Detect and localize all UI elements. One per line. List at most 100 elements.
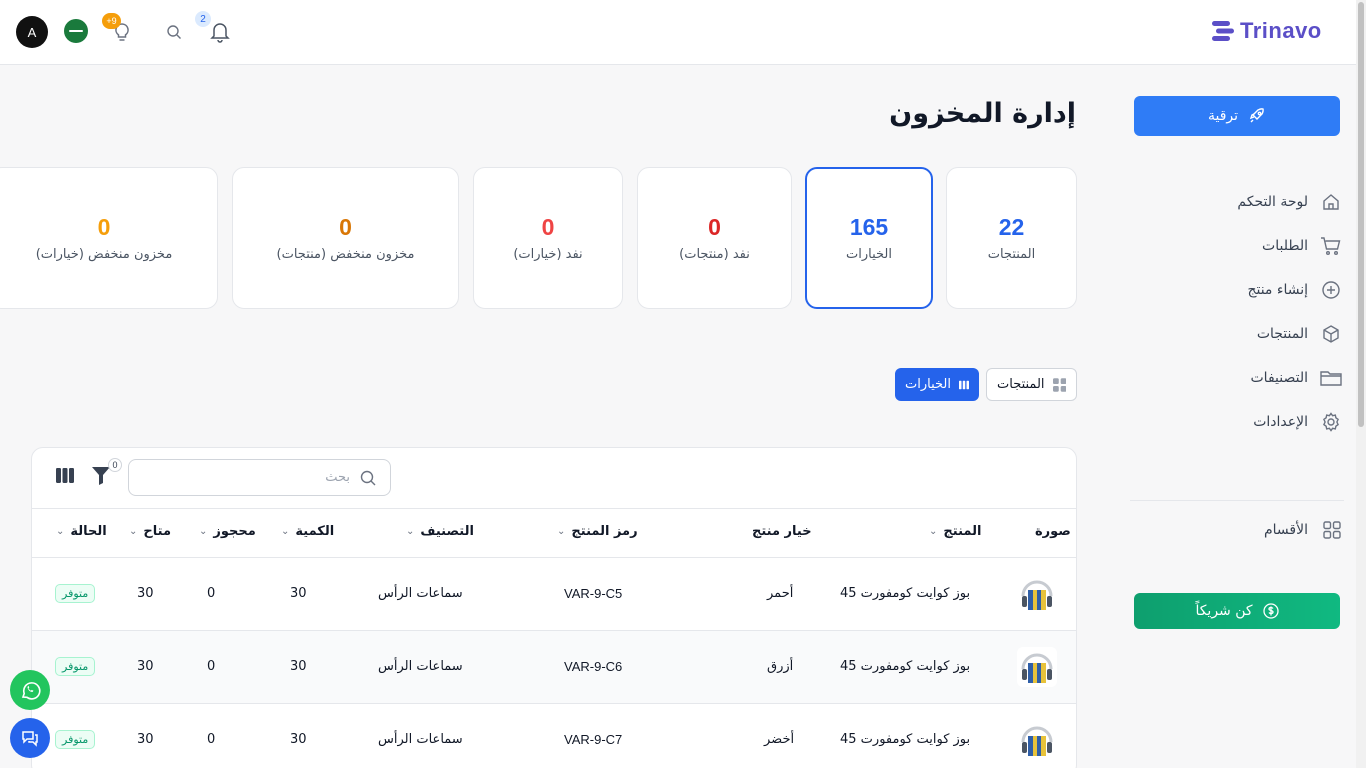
upgrade-button[interactable]: ترقية bbox=[1134, 96, 1340, 136]
chat-button[interactable] bbox=[10, 718, 50, 758]
sidebar-item-dashboard[interactable]: لوحة التحكم bbox=[1142, 180, 1342, 224]
sidebar-item-label: المنتجات bbox=[1256, 326, 1308, 342]
chat-bubble-icon bbox=[22, 731, 38, 747]
header-sku[interactable]: ⌄ رمز المنتج bbox=[557, 524, 638, 539]
user-avatar[interactable]: A bbox=[16, 16, 48, 48]
cell-available: 30 bbox=[137, 659, 154, 674]
sidebar-item-label: التصنيفات bbox=[1250, 370, 1309, 386]
sidebar-nav: لوحة التحكم الطلبات إنشاء منتج المنتجات … bbox=[1142, 180, 1342, 444]
sidebar-item-label: الإعدادات bbox=[1253, 414, 1308, 430]
whatsapp-button[interactable] bbox=[10, 670, 50, 710]
header-reserved[interactable]: ⌄ محجوز bbox=[199, 524, 256, 539]
stat-card-low-stock-variants[interactable]: 0 مخزون منخفض (خيارات) bbox=[0, 167, 218, 309]
stat-card-out-of-stock-variants[interactable]: 0 نفد (خيارات) bbox=[473, 167, 623, 309]
stat-card-out-of-stock-products[interactable]: 0 نفد (منتجات) bbox=[637, 167, 792, 309]
header-quantity[interactable]: ⌄ الكمية bbox=[281, 524, 334, 539]
app-logo[interactable]: Trinavo bbox=[1210, 18, 1322, 44]
stat-value: 0 bbox=[708, 214, 721, 240]
view-products-button[interactable]: المنتجات bbox=[986, 368, 1077, 401]
cell-reserved: 0 bbox=[207, 659, 216, 674]
stat-card-variants[interactable]: 165 الخيارات bbox=[805, 167, 933, 309]
sidebar-item-categories[interactable]: التصنيفات bbox=[1142, 356, 1342, 400]
chevron-down-icon: ⌄ bbox=[406, 526, 415, 537]
search-button[interactable] bbox=[164, 22, 184, 42]
page-scrollbar[interactable] bbox=[1356, 0, 1366, 768]
plus-circle-icon bbox=[1322, 281, 1340, 299]
header-category[interactable]: ⌄ التصنيف bbox=[406, 524, 474, 539]
view-variants-label: الخيارات bbox=[905, 377, 951, 392]
cell-variant: أحمر bbox=[767, 586, 794, 601]
cell-quantity: 30 bbox=[290, 659, 307, 674]
gear-icon bbox=[1323, 412, 1339, 432]
sidebar-item-sections[interactable]: الأقسام bbox=[1142, 514, 1342, 546]
columns-icon bbox=[958, 380, 969, 389]
columns-toggle-icon[interactable] bbox=[56, 468, 74, 483]
language-flag-icon[interactable] bbox=[64, 19, 88, 43]
grid-dots-icon bbox=[1052, 377, 1066, 392]
rocket-icon bbox=[1249, 108, 1264, 123]
filter-count-badge: 0 bbox=[108, 458, 122, 472]
chevron-down-icon: ⌄ bbox=[199, 526, 208, 537]
cell-product: بوز كوايت كومفورت 45 bbox=[840, 732, 971, 747]
box-icon bbox=[1323, 325, 1339, 343]
stat-card-products[interactable]: 22 المنتجات bbox=[946, 167, 1077, 309]
logo-mark-icon bbox=[1212, 21, 1234, 41]
sidebar-item-products[interactable]: المنتجات bbox=[1142, 312, 1342, 356]
table-row[interactable]: بوز كوايت كومفورت 45 أزرق VAR-9-C6 سماعا… bbox=[32, 631, 1076, 704]
cart-icon bbox=[1321, 237, 1341, 255]
sidebar-item-settings[interactable]: الإعدادات bbox=[1142, 400, 1342, 444]
stat-value: 0 bbox=[541, 214, 555, 240]
header-image: صورة bbox=[1035, 524, 1071, 539]
cell-category: سماعات الرأس bbox=[378, 732, 463, 747]
stat-label: الخيارات bbox=[846, 247, 892, 262]
cell-product: بوز كوايت كومفورت 45 bbox=[840, 659, 971, 674]
stat-value: 0 bbox=[97, 214, 111, 240]
header-product[interactable]: ⌄ المنتج bbox=[929, 524, 981, 539]
scrollbar-thumb[interactable] bbox=[1358, 2, 1364, 427]
search-input[interactable]: بحث bbox=[128, 459, 391, 496]
cell-reserved: 0 bbox=[207, 732, 216, 747]
folder-icon bbox=[1320, 371, 1342, 386]
status-badge: متوفر bbox=[55, 657, 96, 676]
header-variant: خيار منتج bbox=[752, 524, 812, 539]
become-partner-button[interactable]: كن شريكاً bbox=[1134, 593, 1340, 629]
chevron-down-icon: ⌄ bbox=[56, 526, 65, 537]
cell-available: 30 bbox=[137, 732, 154, 747]
stat-card-low-stock-products[interactable]: 0 مخزون منخفض (منتجات) bbox=[232, 167, 459, 309]
sidebar-divider bbox=[1130, 500, 1344, 501]
logo-text: Trinavo bbox=[1240, 18, 1322, 43]
stat-label: نفد (خيارات) bbox=[513, 247, 583, 262]
sidebar-item-label: إنشاء منتج bbox=[1247, 282, 1308, 298]
search-icon bbox=[360, 470, 376, 485]
page-title: إدارة المخزون bbox=[889, 98, 1076, 129]
cell-sku: VAR-9-C7 bbox=[564, 732, 623, 747]
stat-label: نفد (منتجات) bbox=[679, 247, 750, 262]
headphones-image bbox=[1021, 653, 1053, 683]
dollar-circle-icon bbox=[1262, 603, 1279, 619]
product-thumbnail bbox=[1017, 647, 1057, 687]
stat-label: مخزون منخفض (خيارات) bbox=[35, 247, 173, 262]
sidebar-item-label: لوحة التحكم bbox=[1237, 194, 1308, 210]
chevron-down-icon: ⌄ bbox=[557, 526, 566, 537]
product-thumbnail bbox=[1017, 574, 1057, 614]
view-variants-button[interactable]: الخيارات bbox=[895, 368, 979, 401]
cell-reserved: 0 bbox=[207, 586, 216, 601]
header-status[interactable]: ⌄ الحالة bbox=[56, 524, 107, 539]
stat-value: 0 bbox=[339, 214, 352, 240]
sidebar-item-orders[interactable]: الطلبات bbox=[1142, 224, 1342, 268]
cell-quantity: 30 bbox=[290, 732, 307, 747]
notifications-button[interactable] bbox=[208, 20, 232, 44]
ideas-badge: +9 bbox=[102, 13, 121, 29]
sections-label: الأقسام bbox=[1264, 522, 1308, 538]
table-row[interactable]: بوز كوايت كومفورت 45 أخضر VAR-9-C7 سماعا… bbox=[32, 704, 1076, 768]
cell-category: سماعات الرأس bbox=[378, 586, 463, 601]
home-icon bbox=[1323, 194, 1339, 210]
cell-variant: أخضر bbox=[764, 732, 795, 747]
table-row[interactable]: بوز كوايت كومفورت 45 أحمر VAR-9-C5 سماعا… bbox=[32, 558, 1076, 631]
header-available[interactable]: ⌄ متاح bbox=[129, 524, 171, 539]
chevron-down-icon: ⌄ bbox=[129, 526, 138, 537]
product-thumbnail bbox=[1017, 720, 1057, 760]
cell-product: بوز كوايت كومفورت 45 bbox=[840, 586, 971, 601]
filter-icon[interactable] bbox=[92, 466, 110, 486]
sidebar-item-create-product[interactable]: إنشاء منتج bbox=[1142, 268, 1342, 312]
